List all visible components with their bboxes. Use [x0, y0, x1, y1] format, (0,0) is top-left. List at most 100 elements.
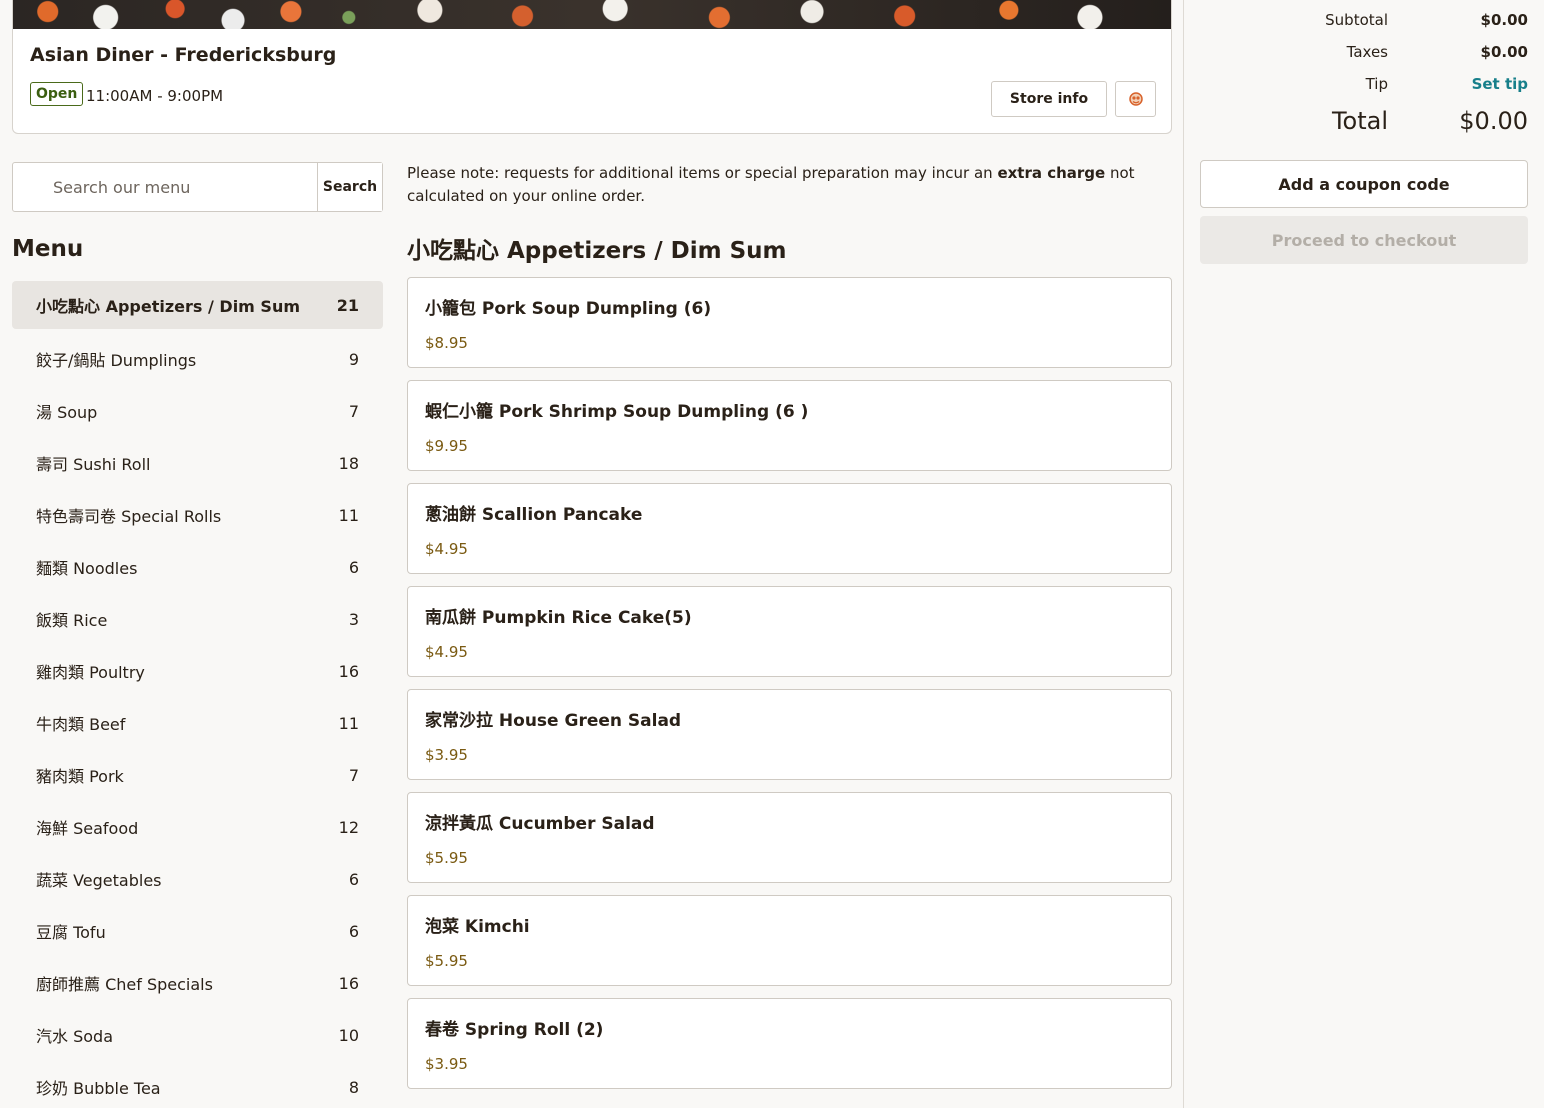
menu-category-item[interactable]: 特色壽司卷 Special Rolls 11: [12, 489, 383, 541]
category-label: 牛肉類 Beef: [36, 715, 126, 734]
menu-category-item[interactable]: 牛肉類 Beef 11: [12, 697, 383, 749]
taxes-value: $0.00: [1480, 43, 1528, 61]
subtotal-row: Subtotal $0.00: [1200, 11, 1528, 29]
item-price: $8.95: [425, 334, 468, 352]
category-count: 16: [338, 661, 359, 681]
subtotal-label: Subtotal: [1325, 11, 1388, 29]
menu-item-card[interactable]: 蔥油餅 Scallion Pancake $4.95: [407, 483, 1172, 574]
search-input[interactable]: [13, 163, 317, 211]
category-count: 8: [348, 1077, 359, 1097]
menu-category-item[interactable]: 廚師推薦 Chef Specials 16: [12, 957, 383, 1009]
category-count: 6: [348, 557, 359, 577]
category-count: 16: [338, 973, 359, 993]
proceed-to-checkout-button[interactable]: Proceed to checkout: [1200, 216, 1528, 264]
total-row: Total $0.00: [1200, 107, 1528, 135]
store-header-card: Asian Diner - Fredericksburg Open 11:00A…: [12, 0, 1172, 134]
item-price: $5.95: [425, 849, 468, 867]
category-label: 湯 Soup: [36, 403, 98, 422]
menu-category-item[interactable]: 雞肉類 Poultry 16: [12, 645, 383, 697]
category-label: 飯類 Rice: [36, 611, 108, 630]
item-name: 蔥油餅 Scallion Pancake: [425, 505, 643, 525]
category-label: 廚師推薦 Chef Specials: [36, 975, 213, 994]
item-name: 蝦仁小籠 Pork Shrimp Soup Dumpling (6 ): [425, 402, 809, 422]
set-tip-link[interactable]: Set tip: [1388, 75, 1528, 93]
search-button[interactable]: Search: [317, 163, 382, 211]
menu-category-item[interactable]: 飯類 Rice 3: [12, 593, 383, 645]
note-emphasis: extra charge: [997, 164, 1106, 182]
open-status-badge: Open: [30, 82, 84, 106]
subtotal-value: $0.00: [1480, 11, 1528, 29]
menu-item-list: 小籠包 Pork Soup Dumpling (6) $8.95 蝦仁小籠 Pork…: [407, 277, 1172, 1101]
category-count: 21: [336, 295, 359, 315]
item-price: $9.95: [425, 437, 468, 455]
taxes-label: Taxes: [1346, 43, 1388, 61]
restaurant-logo-button[interactable]: [1115, 81, 1156, 117]
store-hours: 11:00AM - 9:00PM: [86, 87, 224, 105]
item-name: 泡菜 Kimchi: [425, 917, 530, 937]
restaurant-logo-icon: [1128, 92, 1143, 106]
note-prefix: Please note: requests for additional ite…: [407, 164, 998, 182]
category-count: 6: [348, 869, 359, 889]
menu-category-item[interactable]: 珍奶 Bubble Tea 8: [12, 1061, 383, 1108]
menu-item-card[interactable]: 涼拌黃瓜 Cucumber Salad $5.95: [407, 792, 1172, 883]
menu-category-item[interactable]: 壽司 Sushi Roll 18: [12, 437, 383, 489]
item-name: 涼拌黃瓜 Cucumber Salad: [425, 814, 655, 834]
menu-item-card[interactable]: 泡菜 Kimchi $5.95: [407, 895, 1172, 986]
menu-search: Search: [12, 162, 383, 212]
category-label: 珍奶 Bubble Tea: [36, 1079, 161, 1098]
category-count: 3: [348, 609, 359, 629]
category-label: 雞肉類 Poultry: [36, 663, 145, 682]
item-name: 家常沙拉 House Green Salad: [425, 711, 682, 731]
item-name: 南瓜餅 Pumpkin Rice Cake(5): [425, 608, 692, 628]
category-count: 12: [338, 817, 359, 837]
menu-category-item[interactable]: 麵類 Noodles 6: [12, 541, 383, 593]
menu-item-card[interactable]: 蝦仁小籠 Pork Shrimp Soup Dumpling (6 ) $9.95: [407, 380, 1172, 471]
menu-category-item[interactable]: 海鮮 Seafood 12: [12, 801, 383, 853]
ordering-page: Asian Diner - Fredericksburg Open 11:00A…: [0, 0, 1544, 1108]
category-count: 9: [348, 349, 359, 369]
category-count: 11: [338, 713, 359, 733]
total-value: $0.00: [1459, 107, 1528, 135]
category-label: 豆腐 Tofu: [36, 923, 106, 942]
item-price: $4.95: [425, 643, 468, 661]
menu-item-card[interactable]: 小籠包 Pork Soup Dumpling (6) $8.95: [407, 277, 1172, 368]
category-count: 6: [348, 921, 359, 941]
store-name: Asian Diner - Fredericksburg: [30, 44, 337, 66]
category-label: 蔬菜 Vegetables: [36, 871, 162, 890]
item-price: $3.95: [425, 746, 468, 764]
menu-category-item[interactable]: 汽水 Soda 10: [12, 1009, 383, 1061]
category-label: 豬肉類 Pork: [36, 767, 124, 786]
store-banner-image: [13, 0, 1171, 29]
category-label: 麵類 Noodles: [36, 559, 138, 578]
category-label: 汽水 Soda: [36, 1027, 113, 1046]
menu-category-item[interactable]: 小吃點心 Appetizers / Dim Sum 21: [12, 281, 383, 329]
menu-category-item[interactable]: 湯 Soup 7: [12, 385, 383, 437]
tip-row: Tip Set tip: [1200, 75, 1528, 93]
menu-category-item[interactable]: 餃子/鍋貼 Dumplings 9: [12, 333, 383, 385]
category-count: 10: [338, 1025, 359, 1045]
category-label: 餃子/鍋貼 Dumplings: [36, 351, 197, 370]
category-label: 特色壽司卷 Special Rolls: [36, 507, 222, 526]
menu-category-list: 小吃點心 Appetizers / Dim Sum 21 餃子/鍋貼 Dumplin…: [12, 281, 383, 1108]
menu-item-card[interactable]: 春卷 Spring Roll (2) $3.95: [407, 998, 1172, 1089]
menu-item-card[interactable]: 家常沙拉 House Green Salad $3.95: [407, 689, 1172, 780]
menu-category-item[interactable]: 蔬菜 Vegetables 6: [12, 853, 383, 905]
tip-label: Tip: [1365, 75, 1388, 93]
add-coupon-button[interactable]: Add a coupon code: [1200, 160, 1528, 208]
category-count: 18: [338, 453, 359, 473]
category-label: 小吃點心 Appetizers / Dim Sum: [36, 297, 301, 316]
store-info-button[interactable]: Store info: [991, 81, 1107, 117]
menu-category-item[interactable]: 豆腐 Tofu 6: [12, 905, 383, 957]
total-label: Total: [1331, 107, 1388, 135]
item-price: $3.95: [425, 1055, 468, 1073]
menu-category-item[interactable]: 豬肉類 Pork 7: [12, 749, 383, 801]
category-label: 海鮮 Seafood: [36, 819, 139, 838]
item-name: 小籠包 Pork Soup Dumpling (6): [425, 299, 712, 319]
category-count: 7: [348, 765, 359, 785]
item-name: 春卷 Spring Roll (2): [425, 1020, 604, 1040]
taxes-row: Taxes $0.00: [1200, 43, 1528, 61]
column-divider: [1183, 0, 1184, 1108]
item-price: $4.95: [425, 540, 468, 558]
category-count: 11: [338, 505, 359, 525]
menu-item-card[interactable]: 南瓜餅 Pumpkin Rice Cake(5) $4.95: [407, 586, 1172, 677]
